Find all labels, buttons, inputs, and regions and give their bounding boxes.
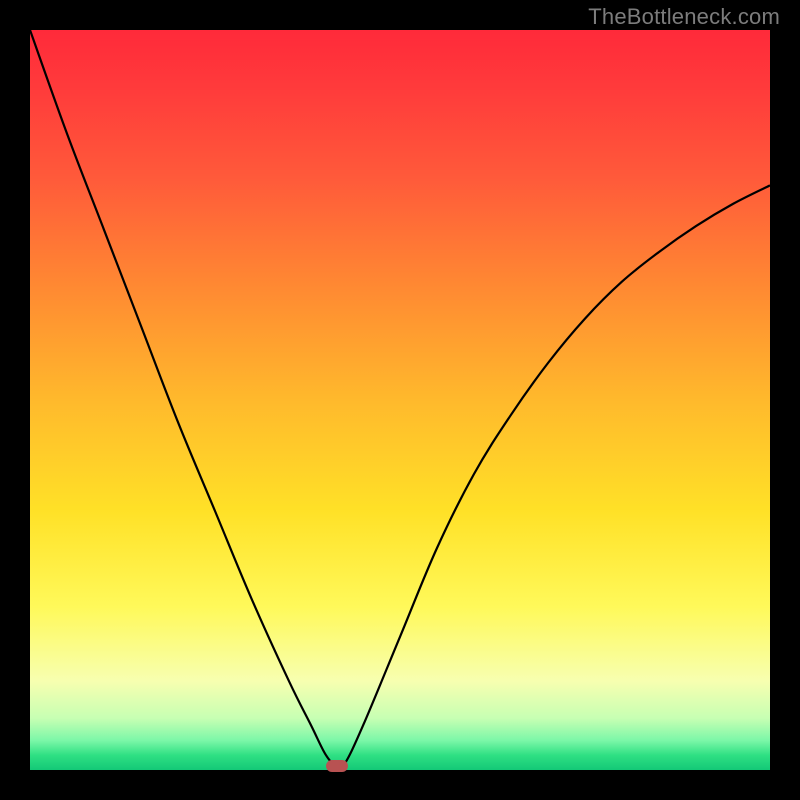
watermark-text: TheBottleneck.com [588,4,780,30]
optimum-marker [326,760,348,772]
bottleneck-curve [30,30,770,769]
curve-layer [30,30,770,770]
